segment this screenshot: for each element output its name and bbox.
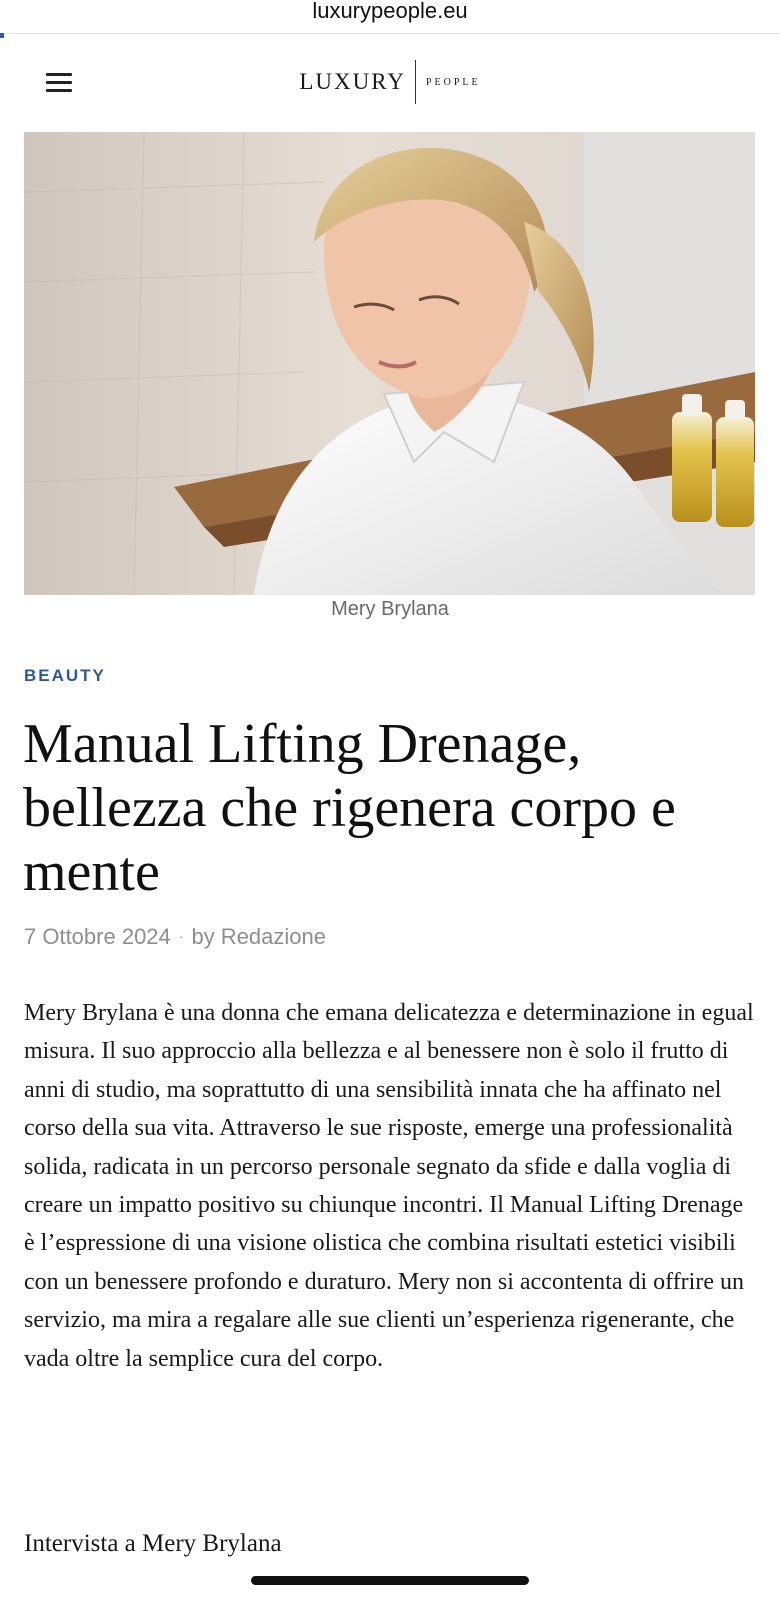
meta-separator: · (178, 928, 184, 944)
logo-main-text: LUXURY (299, 69, 406, 94)
browser-url-bar[interactable]: luxurypeople.eu (0, 0, 780, 34)
article-title: Manual Lifting Drenage, bellezza che rig… (23, 713, 676, 903)
home-indicator[interactable] (251, 1576, 529, 1585)
article-date: 7 Ottobre 2024 (24, 924, 171, 949)
category-link[interactable]: BEAUTY (24, 666, 106, 686)
site-logo[interactable]: LUXURY PEOPLE (0, 58, 780, 106)
hero-image (24, 132, 755, 595)
logo-divider (414, 60, 416, 104)
site-header: LUXURY PEOPLE (0, 38, 780, 128)
hero-photo (24, 132, 755, 595)
hero-caption: Mery Brylana (331, 598, 449, 620)
article-meta: 7 Ottobre 2024 · by Redazione (24, 924, 326, 950)
logo-sub-text: PEOPLE (425, 76, 481, 88)
article-author[interactable]: by Redazione (191, 924, 326, 949)
article-body: Mery Brylana è una donna che emana delic… (24, 1000, 754, 1372)
article-subheading: Intervista a Mery Brylana (24, 1530, 282, 1557)
url-text[interactable]: luxurypeople.eu (312, 0, 467, 22)
